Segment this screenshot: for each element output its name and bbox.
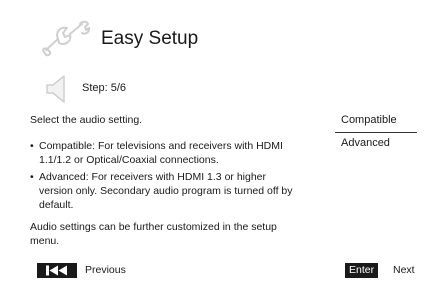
step-indicator: Step: 5/6 bbox=[0, 70, 440, 110]
speaker-icon bbox=[46, 75, 65, 103]
next-label[interactable]: Next bbox=[393, 264, 415, 276]
step-label: Step: 5/6 bbox=[82, 82, 127, 94]
audio-option-list: Compatible Advanced bbox=[335, 110, 417, 155]
wrench-icon bbox=[42, 20, 90, 57]
description-advanced: Advanced: For receivers with HDMI 1.3 or… bbox=[30, 170, 300, 212]
option-advanced[interactable]: Advanced bbox=[335, 133, 417, 155]
footer: Previous Enter Next bbox=[0, 262, 440, 282]
instruction-text: Select the audio setting. bbox=[30, 114, 143, 126]
description: Select the audio setting. Compatible: Fo… bbox=[30, 113, 300, 248]
enter-button[interactable]: Enter bbox=[345, 263, 379, 278]
header: Easy Setup bbox=[0, 0, 440, 72]
previous-button[interactable] bbox=[37, 263, 77, 278]
page-title: Easy Setup bbox=[101, 28, 199, 49]
description-compatible: Compatible: For televisions and receiver… bbox=[30, 139, 300, 167]
note-text: Audio settings can be further customized… bbox=[30, 221, 277, 247]
option-compatible[interactable]: Compatible bbox=[335, 110, 417, 133]
option-descriptions: Compatible: For televisions and receiver… bbox=[30, 139, 300, 212]
skip-previous-icon bbox=[46, 265, 67, 276]
previous-label[interactable]: Previous bbox=[85, 264, 126, 276]
